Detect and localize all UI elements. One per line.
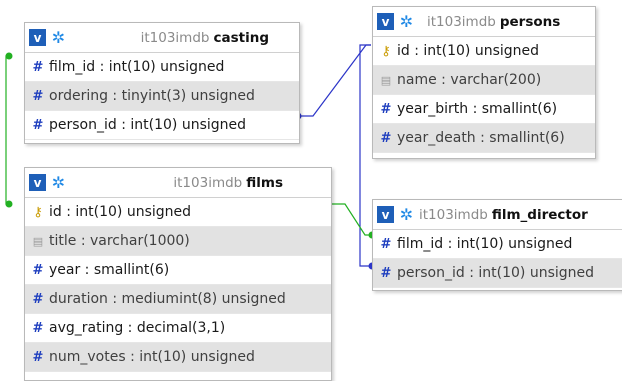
table-persons[interactable]: v ✲ it103imdb persons ⚷ id : int(10) unsi… — [372, 6, 596, 159]
toggle-button[interactable]: v — [29, 174, 46, 191]
hash-icon: # — [32, 291, 44, 307]
hash-icon: # — [32, 59, 44, 75]
column-label: avg_rating : decimal(3,1) — [49, 320, 226, 336]
column-label: year_birth : smallint(6) — [397, 101, 558, 117]
toggle-button[interactable]: v — [377, 206, 394, 223]
column-label: person_id : int(10) unsigned — [397, 265, 595, 281]
table-name: films — [246, 174, 283, 191]
column-row[interactable]: # year_death : smallint(6) — [373, 124, 595, 153]
relation-directors-films — [330, 203, 372, 236]
column-row[interactable]: # avg_rating : decimal(3,1) — [25, 314, 331, 343]
column-row[interactable]: # person_id : int(10) unsigned — [373, 259, 622, 288]
text-icon: ▤ — [32, 234, 44, 248]
hash-icon: # — [32, 88, 44, 104]
hash-icon: # — [380, 101, 392, 117]
hash-icon: # — [380, 236, 392, 252]
column-row[interactable]: # ordering : tinyint(3) unsigned — [25, 82, 299, 111]
column-row[interactable]: ▤ name : varchar(200) — [373, 66, 595, 95]
table-header[interactable]: v ✲ it103imdb casting — [25, 23, 299, 53]
table-header[interactable]: v ✲ it103imdb film_director — [373, 200, 622, 230]
column-label: film_id : int(10) unsigned — [397, 236, 573, 252]
table-films[interactable]: v ✲ it103imdb films ⚷ id : int(10) unsign… — [24, 167, 332, 381]
column-row[interactable]: # person_id : int(10) unsigned — [25, 111, 299, 140]
table-name: persons — [499, 13, 561, 30]
hash-icon: # — [32, 349, 44, 365]
database-name: it103imdb — [427, 13, 496, 30]
column-label: title : varchar(1000) — [49, 233, 190, 249]
column-row[interactable]: # year_birth : smallint(6) — [373, 95, 595, 124]
database-name: it103imdb — [140, 29, 210, 46]
table-header[interactable]: v ✲ it103imdb persons — [373, 7, 595, 37]
table-film-directors[interactable]: v ✲ it103imdb film_director # film_id : i… — [372, 199, 622, 291]
column-row[interactable]: # film_id : int(10) unsigned — [25, 53, 299, 82]
gear-icon[interactable]: ✲ — [398, 12, 415, 31]
column-label: duration : mediumint(8) unsigned — [49, 291, 286, 307]
key-icon: ⚷ — [381, 43, 391, 59]
table-name: casting — [213, 29, 269, 46]
hash-icon: # — [380, 130, 392, 146]
relation-casting-films — [5, 55, 10, 205]
relation-dot — [5, 52, 13, 60]
toggle-button[interactable]: v — [377, 13, 394, 30]
gear-icon[interactable]: ✲ — [50, 28, 67, 47]
hash-icon: # — [380, 265, 392, 281]
table-header[interactable]: v ✲ it103imdb films — [25, 168, 331, 198]
text-icon: ▤ — [380, 73, 392, 87]
column-label: name : varchar(200) — [397, 72, 542, 88]
hash-icon: # — [32, 117, 44, 133]
column-row[interactable]: ⚷ id : int(10) unsigned — [25, 198, 331, 227]
hash-icon: # — [32, 320, 44, 336]
column-label: ordering : tinyint(3) unsigned — [49, 88, 255, 104]
column-label: year_death : smallint(6) — [397, 130, 565, 146]
database-name: it103imdb — [419, 206, 488, 223]
table-casting[interactable]: v ✲ it103imdb casting # film_id : int(10)… — [24, 22, 300, 144]
column-label: id : int(10) unsigned — [397, 43, 540, 59]
gear-icon[interactable]: ✲ — [50, 173, 67, 192]
column-label: film_id : int(10) unsigned — [49, 59, 225, 75]
relation-dot — [5, 200, 13, 208]
hash-icon: # — [32, 262, 44, 278]
column-row[interactable]: # num_votes : int(10) unsigned — [25, 343, 331, 372]
database-name: it103imdb — [173, 174, 243, 191]
column-row[interactable]: # film_id : int(10) unsigned — [373, 230, 622, 259]
table-name: film_director — [491, 206, 588, 223]
gear-icon[interactable]: ✲ — [398, 205, 415, 224]
column-label: num_votes : int(10) unsigned — [49, 349, 255, 365]
column-label: id : int(10) unsigned — [49, 204, 192, 220]
toggle-button[interactable]: v — [29, 29, 46, 46]
column-row[interactable]: ▤ title : varchar(1000) — [25, 227, 331, 256]
key-icon: ⚷ — [33, 204, 43, 220]
column-row[interactable]: ⚷ id : int(10) unsigned — [373, 37, 595, 66]
column-row[interactable]: # duration : mediumint(8) unsigned — [25, 285, 331, 314]
column-row[interactable]: # year : smallint(6) — [25, 256, 331, 285]
column-label: year : smallint(6) — [49, 262, 170, 278]
column-label: person_id : int(10) unsigned — [49, 117, 247, 133]
